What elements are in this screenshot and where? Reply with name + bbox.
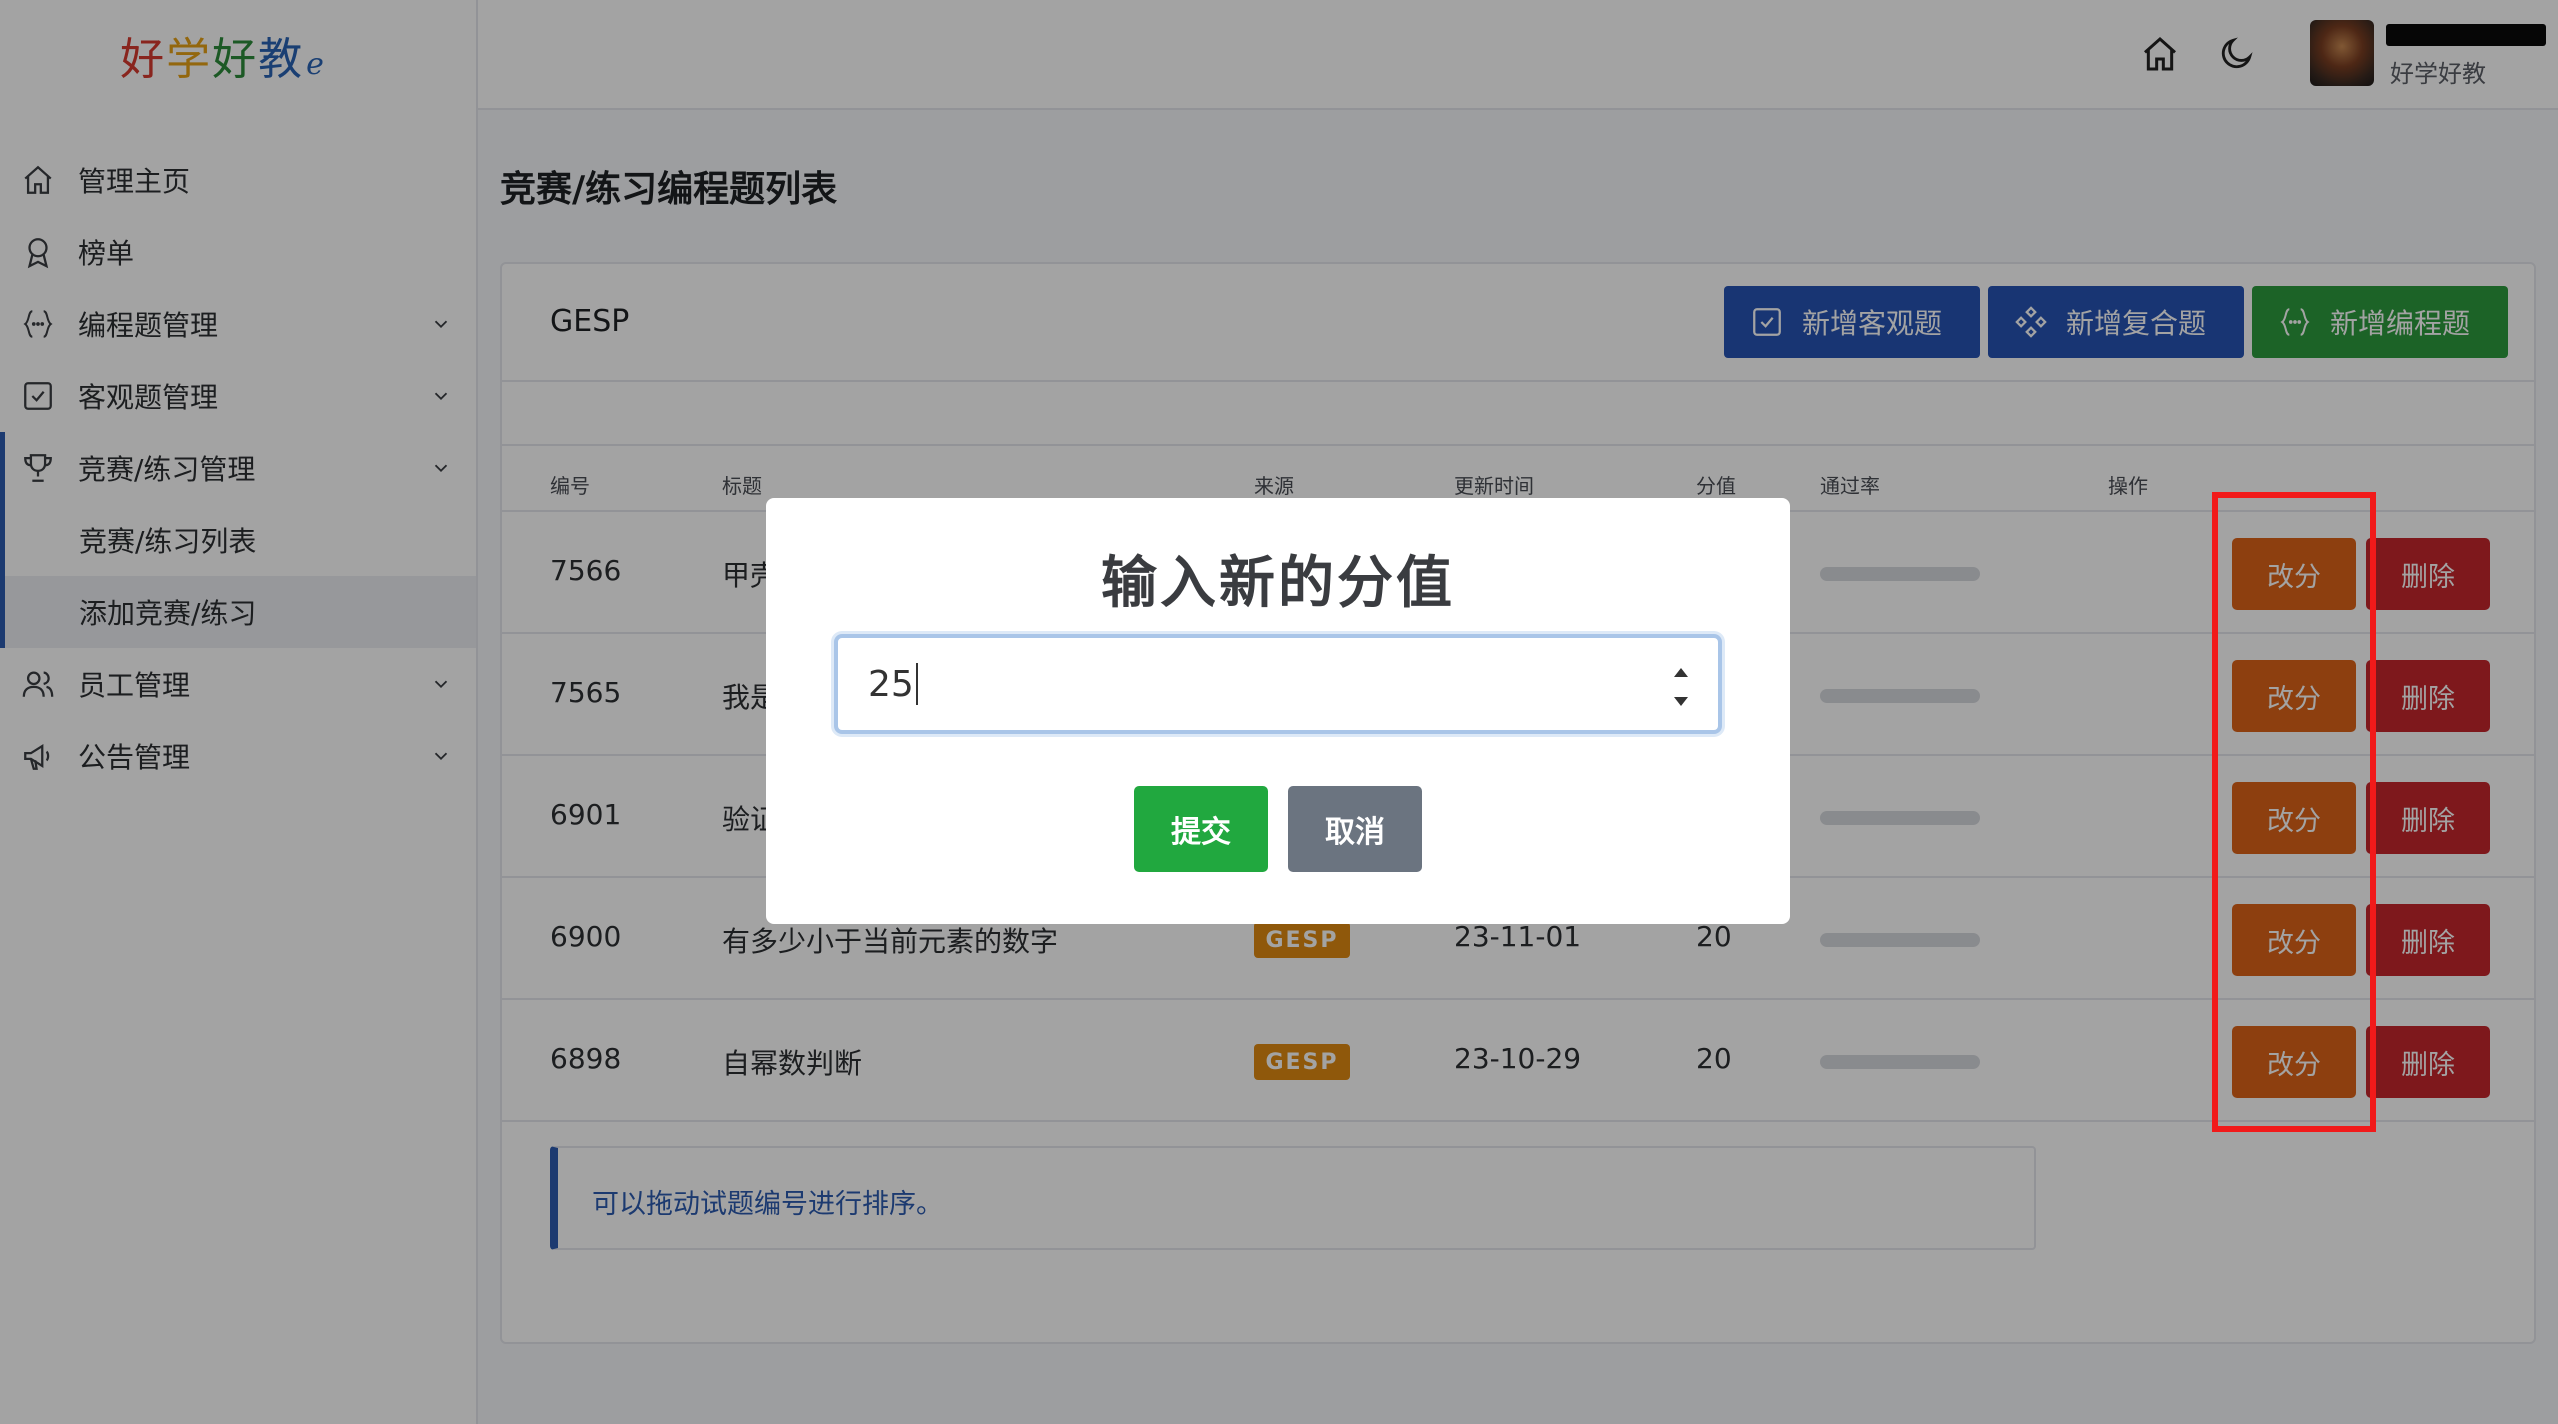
score-input-value: 25 [868,663,914,705]
highlight-annotation-box [2212,492,2376,1132]
score-input[interactable]: 25 [834,634,1722,734]
dialog-title: 输入新的分值 [1101,551,1455,616]
stepper-up-icon[interactable] [1674,668,1688,677]
score-dialog: 输入新的分值 25 提交 取消 [766,498,1790,924]
cancel-button[interactable]: 取消 [1288,786,1422,872]
number-stepper[interactable] [1668,668,1694,706]
submit-button[interactable]: 提交 [1134,786,1268,872]
text-caret [915,663,918,705]
stepper-down-icon[interactable] [1674,697,1688,706]
